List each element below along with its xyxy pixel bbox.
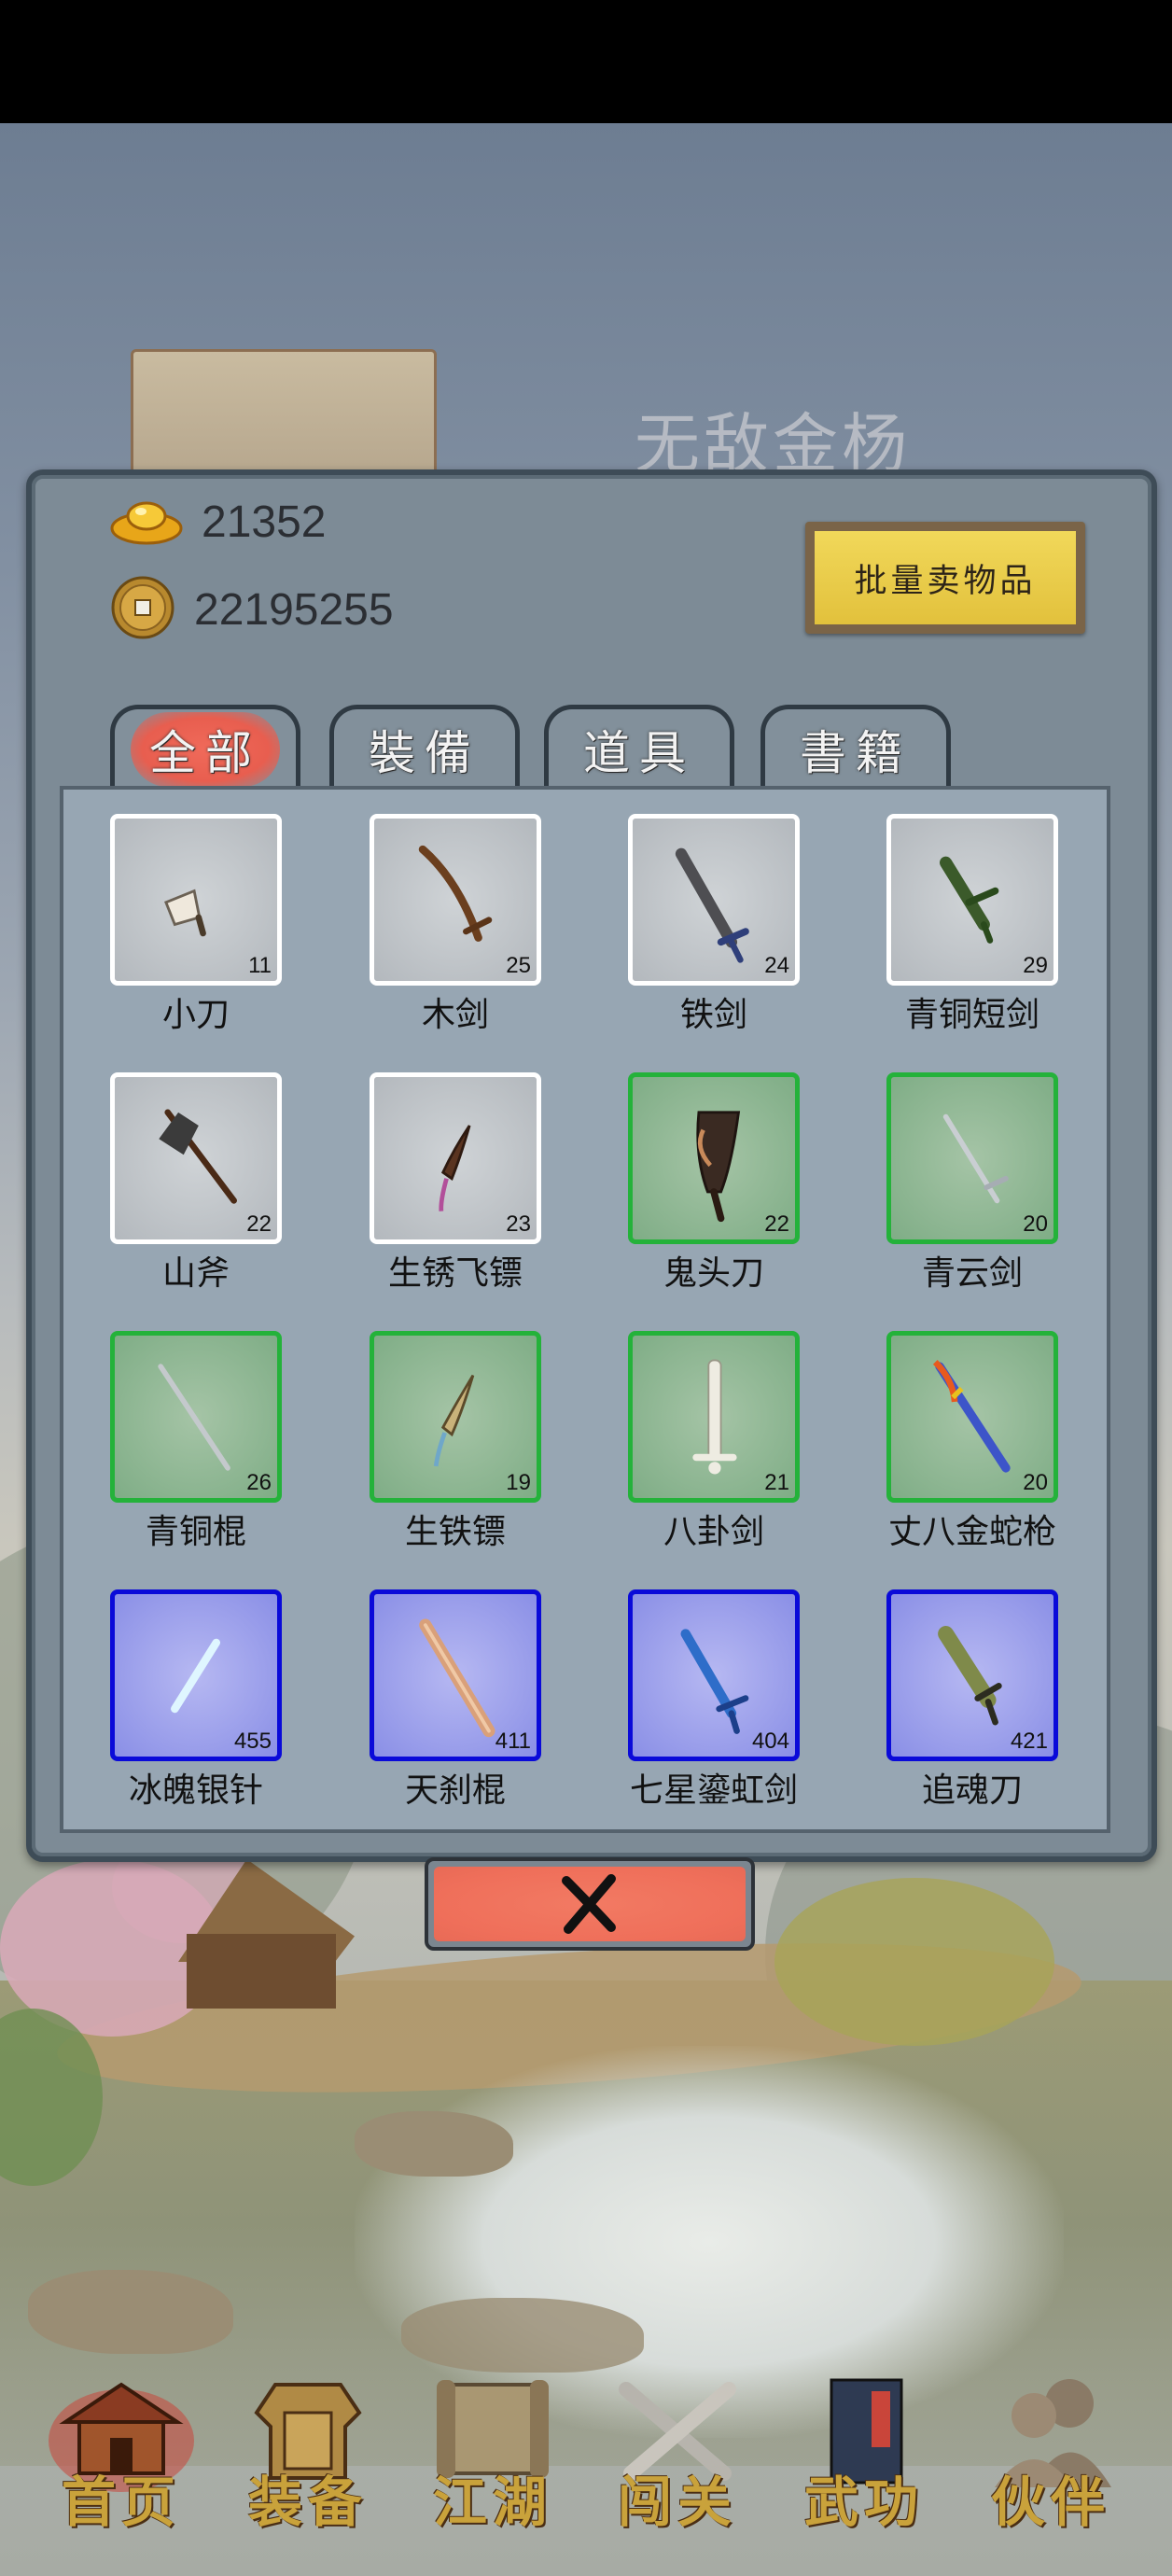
batch-sell-label: 批量卖物品 — [815, 531, 1076, 624]
copper-coin-icon — [110, 575, 175, 644]
item-slot[interactable]: 11 — [110, 814, 282, 986]
item-name: 青铜短剑 — [904, 996, 1039, 1034]
close-button[interactable] — [425, 1857, 755, 1951]
item-count: 22 — [764, 1211, 789, 1237]
item-name: 木剑 — [421, 996, 489, 1034]
item-slot[interactable]: 23 — [370, 1072, 541, 1244]
batch-sell-button[interactable]: 批量卖物品 — [805, 522, 1085, 634]
item-count: 404 — [751, 1729, 789, 1754]
tab-all[interactable]: 全部 — [110, 705, 300, 789]
item-name: 山斧 — [161, 1254, 230, 1293]
nav-challenge-label: 闯关 — [617, 2471, 737, 2534]
item-name: 生铁镖 — [404, 1513, 506, 1551]
tab-books[interactable]: 書籍 — [760, 705, 951, 789]
item-count: 26 — [246, 1470, 272, 1495]
item-name: 七星鎏虹剑 — [629, 1771, 798, 1810]
tab-equipment[interactable]: 裝備 — [329, 705, 520, 789]
item-name: 八卦剑 — [663, 1513, 764, 1551]
item-slot[interactable]: 26 — [110, 1331, 282, 1503]
item-slot[interactable]: 20 — [886, 1331, 1058, 1503]
item-slot[interactable]: 404 — [628, 1589, 800, 1761]
item-count: 21 — [764, 1470, 789, 1495]
copper-coin-row: 22195255 — [110, 575, 394, 644]
item-slot[interactable]: 19 — [370, 1331, 541, 1503]
gold-ingot-value: 21352 — [202, 497, 327, 547]
nav-jianghu-label: 江湖 — [432, 2471, 552, 2534]
tab-all-label: 全部 — [131, 711, 280, 787]
item-name: 青铜棍 — [145, 1513, 246, 1551]
nav-companions-label: 伙伴 — [990, 2471, 1110, 2534]
nav-jianghu[interactable]: 江湖 — [399, 2333, 586, 2576]
tab-items[interactable]: 道具 — [544, 705, 734, 789]
item-name: 生锈飞镖 — [387, 1254, 523, 1293]
gold-ingot-icon — [110, 493, 183, 551]
nav-challenge[interactable]: 闯关 — [584, 2333, 771, 2576]
item-name: 铁剑 — [679, 996, 747, 1034]
nav-martial-arts-label: 武功 — [803, 2471, 924, 2534]
close-x-icon — [562, 1874, 616, 1934]
item-count: 25 — [506, 953, 531, 978]
item-slot[interactable]: 21 — [628, 1331, 800, 1503]
item-slot[interactable]: 29 — [886, 814, 1058, 986]
item-slot[interactable]: 25 — [370, 814, 541, 986]
gold-ingot-row: 21352 — [110, 489, 326, 554]
item-count: 11 — [248, 953, 272, 978]
item-name: 鬼头刀 — [663, 1254, 764, 1293]
item-slot[interactable]: 24 — [628, 814, 800, 986]
item-slot[interactable]: 421 — [886, 1589, 1058, 1761]
item-slot[interactable]: 411 — [370, 1589, 541, 1761]
item-slot[interactable]: 22 — [110, 1072, 282, 1244]
item-slot[interactable]: 20 — [886, 1072, 1058, 1244]
item-count: 29 — [1023, 953, 1048, 978]
nav-equipment-label: 装备 — [247, 2471, 368, 2534]
item-count: 421 — [1010, 1729, 1048, 1754]
item-name: 青云剑 — [921, 1254, 1023, 1293]
nav-home-label: 首页 — [61, 2471, 181, 2534]
item-name: 追魂刀 — [921, 1771, 1023, 1810]
item-count: 23 — [506, 1211, 531, 1237]
item-name: 天刹棍 — [404, 1771, 506, 1810]
item-slot[interactable]: 22 — [628, 1072, 800, 1244]
item-count: 24 — [764, 953, 789, 978]
tab-equipment-label: 裝備 — [369, 725, 481, 780]
nav-equipment[interactable]: 装备 — [215, 2333, 401, 2576]
bottom-nav: 首页 装备 江湖 闯关 武功 伙伴 — [0, 2333, 1172, 2576]
item-count: 455 — [233, 1729, 272, 1754]
nav-martial-arts[interactable]: 武功 — [771, 2333, 957, 2576]
nav-home[interactable]: 首页 — [28, 2333, 215, 2576]
item-slot[interactable]: 455 — [110, 1589, 282, 1761]
item-name: 冰魄银针 — [128, 1771, 263, 1810]
item-count: 411 — [495, 1729, 531, 1754]
item-count: 20 — [1023, 1470, 1048, 1495]
tab-items-label: 道具 — [583, 725, 695, 780]
item-count: 22 — [246, 1211, 272, 1237]
item-name: 丈八金蛇枪 — [887, 1513, 1056, 1551]
item-name: 小刀 — [161, 996, 230, 1034]
item-count: 20 — [1023, 1211, 1048, 1237]
item-count: 19 — [506, 1470, 531, 1495]
tab-books-label: 書籍 — [800, 725, 912, 780]
copper-coin-value: 22195255 — [194, 584, 394, 635]
nav-companions[interactable]: 伙伴 — [957, 2333, 1144, 2576]
